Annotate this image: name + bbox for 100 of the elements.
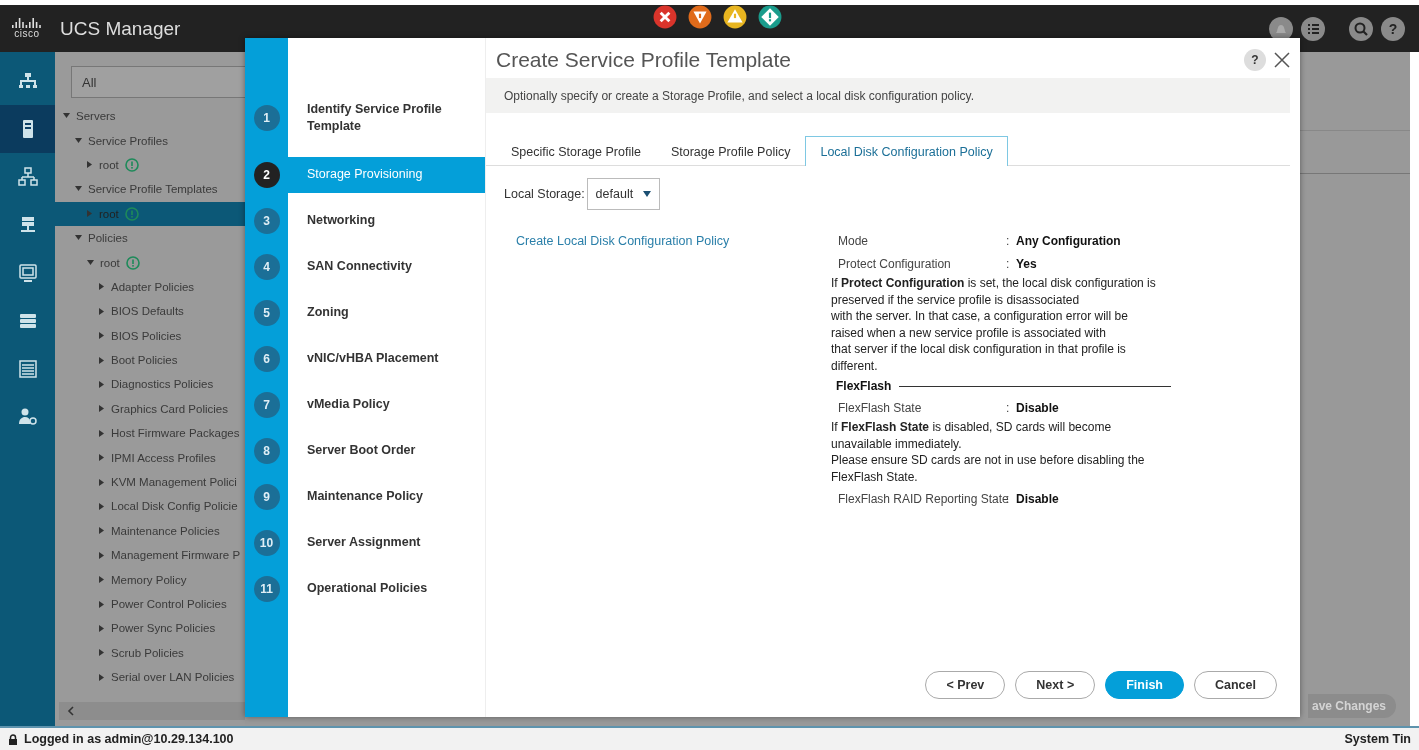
horizontal-scrollbar[interactable] — [59, 702, 245, 720]
wizard-step[interactable]: vNIC/vHBA Placement — [288, 341, 485, 377]
wizard-button[interactable]: Cancel — [1194, 671, 1277, 699]
wizard-step[interactable]: SAN Connectivity — [288, 249, 485, 285]
save-changes-button[interactable]: ave Changes — [1308, 694, 1397, 718]
nav-tab[interactable] — [0, 105, 55, 153]
tree-item[interactable]: Local Disk Config Policie — [55, 494, 245, 519]
tree-item[interactable]: Graphics Card Policies — [55, 396, 245, 422]
tree-item[interactable]: Service Profiles — [55, 128, 245, 153]
step-number: 1 — [253, 105, 280, 131]
tree-item[interactable]: Servers — [55, 104, 245, 129]
tree-item[interactable]: root — [55, 250, 245, 275]
tree-item[interactable]: Policies — [55, 225, 245, 251]
bell-icon[interactable] — [1269, 16, 1293, 41]
login-status: Logged in as admin@10.29.134.100 — [24, 732, 234, 746]
expanded-caret-icon[interactable] — [87, 259, 94, 266]
help-button[interactable]: ? — [1244, 49, 1266, 71]
collapsed-caret-icon[interactable] — [99, 527, 105, 535]
tree-item[interactable]: Adapter Policies — [55, 274, 245, 300]
wizard-step[interactable]: Identify Service Profile Template — [288, 93, 485, 143]
expanded-caret-icon[interactable] — [63, 113, 70, 120]
wizard-step[interactable]: Zoning — [288, 295, 485, 331]
collapsed-caret-icon[interactable] — [99, 551, 105, 559]
collapsed-caret-icon[interactable] — [87, 161, 93, 169]
tree-item[interactable]: IPMI Access Profiles — [55, 445, 245, 470]
menu-icon[interactable] — [1301, 16, 1325, 41]
tree-item[interactable]: Boot Policies — [55, 347, 245, 373]
help-button[interactable]: ? — [1381, 16, 1405, 41]
tree-item[interactable]: Scrub Policies — [55, 640, 245, 665]
caret-icon — [643, 191, 652, 197]
wizard-button[interactable]: < Prev — [925, 671, 1006, 699]
tree-item[interactable]: root — [55, 152, 245, 178]
scroll-left-icon[interactable] — [65, 706, 77, 716]
collapsed-caret-icon[interactable] — [99, 454, 105, 462]
create-policy-link[interactable]: Create Local Disk Configuration Policy — [516, 234, 831, 248]
wizard-step[interactable]: Maintenance Policy — [288, 479, 485, 515]
separator: : — [1006, 256, 1011, 271]
status-ok-icon — [124, 206, 139, 221]
wizard-step[interactable]: Server Boot Order — [288, 433, 485, 469]
tab[interactable]: Specific Storage Profile — [496, 136, 656, 166]
collapsed-caret-icon[interactable] — [99, 600, 105, 608]
tab[interactable]: Local Disk Configuration Policy — [805, 136, 1008, 166]
collapsed-caret-icon[interactable] — [99, 502, 105, 510]
collapsed-caret-icon[interactable] — [99, 283, 105, 291]
tree-item[interactable]: Management Firmware P — [55, 543, 245, 568]
collapsed-caret-icon[interactable] — [99, 332, 105, 340]
tree-item[interactable]: BIOS Defaults — [55, 299, 245, 324]
collapsed-caret-icon[interactable] — [99, 649, 105, 657]
wizard-button[interactable]: Next > — [1015, 671, 1096, 699]
property-label: Mode — [838, 233, 870, 248]
wizard-step[interactable]: Operational Policies — [288, 571, 485, 607]
property-value: Yes — [1016, 256, 1037, 271]
description-bar: Optionally specify or create a Storage Profile, and select a local disk configuration policy. — [486, 78, 1290, 113]
step-number: 6 — [253, 346, 280, 372]
tree-item[interactable]: Serial over LAN Policies — [55, 665, 245, 690]
search-icon[interactable] — [1349, 16, 1373, 41]
local-storage-dropdown[interactable]: default — [586, 178, 661, 210]
warning-fault-icon[interactable] — [758, 5, 783, 29]
collapsed-caret-icon[interactable] — [99, 405, 105, 413]
collapsed-caret-icon[interactable] — [99, 478, 105, 486]
tree-item[interactable]: Power Control Policies — [55, 591, 245, 617]
tree-item[interactable]: Diagnostics Policies — [55, 372, 245, 397]
tree-item[interactable]: Memory Policy — [55, 567, 245, 592]
step-number: 8 — [253, 438, 280, 464]
tree-item[interactable]: Maintenance Policies — [55, 518, 245, 544]
wizard-button[interactable]: Finish — [1105, 671, 1184, 699]
collapsed-caret-icon[interactable] — [99, 429, 105, 437]
collapsed-caret-icon[interactable] — [99, 307, 105, 315]
collapsed-caret-icon[interactable] — [99, 381, 105, 388]
wizard-step[interactable]: Server Assignment — [288, 525, 485, 561]
collapsed-caret-icon[interactable] — [99, 576, 105, 584]
expanded-caret-icon[interactable] — [75, 235, 82, 242]
tree-item[interactable]: Host Firmware Packages — [55, 421, 245, 446]
filter-dropdown[interactable]: All — [71, 66, 245, 98]
step-number: 5 — [253, 300, 280, 326]
collapsed-caret-icon[interactable] — [99, 356, 105, 364]
tab[interactable]: Storage Profile Policy — [655, 136, 806, 166]
admin-icon — [17, 407, 38, 427]
status-ok-icon — [124, 157, 139, 172]
tree-item[interactable]: Service Profile Templates — [55, 177, 245, 202]
tree-item[interactable]: KVM Management Polici — [55, 469, 245, 495]
separator: : — [1006, 491, 1011, 506]
step-number: 3 — [253, 208, 280, 234]
minor-fault-icon[interactable] — [723, 5, 748, 29]
wizard-step[interactable]: vMedia Policy — [288, 387, 485, 423]
collapsed-caret-icon[interactable] — [99, 673, 105, 681]
wizard-step[interactable]: Storage Provisioning — [288, 157, 485, 193]
property-label: Protect Configuration — [838, 256, 952, 271]
expanded-caret-icon[interactable] — [75, 137, 82, 144]
tree-item[interactable]: BIOS Policies — [55, 323, 245, 348]
tree-item[interactable]: Power Sync Policies — [55, 616, 245, 641]
close-icon[interactable] — [1274, 52, 1290, 68]
expanded-caret-icon[interactable] — [75, 186, 82, 193]
logo-bars-icon — [12, 18, 42, 28]
critical-fault-icon[interactable] — [653, 5, 678, 29]
collapsed-caret-icon[interactable] — [99, 624, 105, 632]
major-fault-icon[interactable] — [688, 5, 713, 29]
info-note: If Protect Configuration is set, the local disk configuration is preserved if the service profile is disassociated with the server. In that case, a configuration error will be raised when a new service profile is associated with that server if the local disk configuration in that profile is different. — [831, 275, 1157, 374]
wizard-step[interactable]: Networking — [288, 203, 485, 239]
property-label: FlexFlash State — [838, 400, 923, 415]
